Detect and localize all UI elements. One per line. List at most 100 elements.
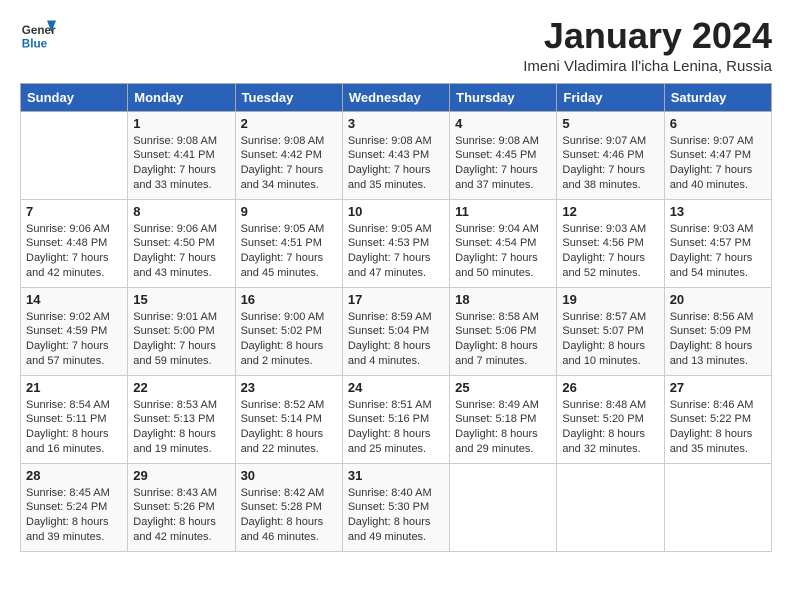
day-info: Sunrise: 8:49 AMSunset: 5:18 PMDaylight:… (455, 399, 539, 456)
day-cell (21, 111, 128, 199)
svg-text:Blue: Blue (22, 38, 48, 51)
title-block: January 2024 Imeni Vladimira Il'icha Len… (523, 16, 772, 75)
day-info: Sunrise: 9:08 AMSunset: 4:42 PMDaylight:… (241, 135, 325, 192)
day-cell: 9 Sunrise: 9:05 AMSunset: 4:51 PMDayligh… (235, 199, 342, 287)
day-info: Sunrise: 8:43 AMSunset: 5:26 PMDaylight:… (133, 487, 217, 544)
weekday-header-monday: Monday (128, 83, 235, 111)
day-cell: 23 Sunrise: 8:52 AMSunset: 5:14 PMDaylig… (235, 375, 342, 463)
day-cell: 8 Sunrise: 9:06 AMSunset: 4:50 PMDayligh… (128, 199, 235, 287)
day-number: 23 (241, 380, 337, 395)
day-cell: 28 Sunrise: 8:45 AMSunset: 5:24 PMDaylig… (21, 463, 128, 551)
day-number: 30 (241, 468, 337, 483)
day-cell: 25 Sunrise: 8:49 AMSunset: 5:18 PMDaylig… (450, 375, 557, 463)
day-number: 20 (670, 292, 766, 307)
day-info: Sunrise: 8:40 AMSunset: 5:30 PMDaylight:… (348, 487, 432, 544)
day-info: Sunrise: 8:46 AMSunset: 5:22 PMDaylight:… (670, 399, 754, 456)
weekday-header-tuesday: Tuesday (235, 83, 342, 111)
day-cell: 21 Sunrise: 8:54 AMSunset: 5:11 PMDaylig… (21, 375, 128, 463)
header: General Blue January 2024 Imeni Vladimir… (20, 16, 772, 75)
day-cell: 1 Sunrise: 9:08 AMSunset: 4:41 PMDayligh… (128, 111, 235, 199)
day-number: 12 (562, 204, 658, 219)
day-info: Sunrise: 8:53 AMSunset: 5:13 PMDaylight:… (133, 399, 217, 456)
day-info: Sunrise: 9:05 AMSunset: 4:51 PMDaylight:… (241, 223, 325, 280)
day-cell: 22 Sunrise: 8:53 AMSunset: 5:13 PMDaylig… (128, 375, 235, 463)
day-cell: 2 Sunrise: 9:08 AMSunset: 4:42 PMDayligh… (235, 111, 342, 199)
day-info: Sunrise: 9:03 AMSunset: 4:56 PMDaylight:… (562, 223, 646, 280)
week-row-4: 21 Sunrise: 8:54 AMSunset: 5:11 PMDaylig… (21, 375, 772, 463)
day-cell: 15 Sunrise: 9:01 AMSunset: 5:00 PMDaylig… (128, 287, 235, 375)
day-number: 13 (670, 204, 766, 219)
week-row-2: 7 Sunrise: 9:06 AMSunset: 4:48 PMDayligh… (21, 199, 772, 287)
day-cell: 7 Sunrise: 9:06 AMSunset: 4:48 PMDayligh… (21, 199, 128, 287)
day-number: 6 (670, 116, 766, 131)
day-cell: 20 Sunrise: 8:56 AMSunset: 5:09 PMDaylig… (664, 287, 771, 375)
day-cell: 13 Sunrise: 9:03 AMSunset: 4:57 PMDaylig… (664, 199, 771, 287)
week-row-5: 28 Sunrise: 8:45 AMSunset: 5:24 PMDaylig… (21, 463, 772, 551)
day-cell: 27 Sunrise: 8:46 AMSunset: 5:22 PMDaylig… (664, 375, 771, 463)
day-info: Sunrise: 8:52 AMSunset: 5:14 PMDaylight:… (241, 399, 325, 456)
day-info: Sunrise: 8:51 AMSunset: 5:16 PMDaylight:… (348, 399, 432, 456)
day-cell: 17 Sunrise: 8:59 AMSunset: 5:04 PMDaylig… (342, 287, 449, 375)
weekday-header-wednesday: Wednesday (342, 83, 449, 111)
day-info: Sunrise: 8:56 AMSunset: 5:09 PMDaylight:… (670, 311, 754, 368)
day-info: Sunrise: 9:07 AMSunset: 4:47 PMDaylight:… (670, 135, 754, 192)
day-info: Sunrise: 9:03 AMSunset: 4:57 PMDaylight:… (670, 223, 754, 280)
day-info: Sunrise: 9:05 AMSunset: 4:53 PMDaylight:… (348, 223, 432, 280)
day-cell: 4 Sunrise: 9:08 AMSunset: 4:45 PMDayligh… (450, 111, 557, 199)
logo-icon: General Blue (20, 16, 56, 52)
day-info: Sunrise: 9:06 AMSunset: 4:50 PMDaylight:… (133, 223, 217, 280)
day-number: 18 (455, 292, 551, 307)
day-number: 21 (26, 380, 122, 395)
day-info: Sunrise: 8:54 AMSunset: 5:11 PMDaylight:… (26, 399, 110, 456)
weekday-header-friday: Friday (557, 83, 664, 111)
week-row-3: 14 Sunrise: 9:02 AMSunset: 4:59 PMDaylig… (21, 287, 772, 375)
day-info: Sunrise: 9:04 AMSunset: 4:54 PMDaylight:… (455, 223, 539, 280)
day-info: Sunrise: 8:57 AMSunset: 5:07 PMDaylight:… (562, 311, 646, 368)
day-number: 25 (455, 380, 551, 395)
day-cell: 26 Sunrise: 8:48 AMSunset: 5:20 PMDaylig… (557, 375, 664, 463)
day-number: 14 (26, 292, 122, 307)
day-info: Sunrise: 9:01 AMSunset: 5:00 PMDaylight:… (133, 311, 217, 368)
calendar-subtitle: Imeni Vladimira Il'icha Lenina, Russia (523, 58, 772, 75)
calendar-table: SundayMondayTuesdayWednesdayThursdayFrid… (20, 83, 772, 552)
day-info: Sunrise: 8:42 AMSunset: 5:28 PMDaylight:… (241, 487, 325, 544)
day-info: Sunrise: 9:08 AMSunset: 4:41 PMDaylight:… (133, 135, 217, 192)
day-cell: 31 Sunrise: 8:40 AMSunset: 5:30 PMDaylig… (342, 463, 449, 551)
day-cell: 5 Sunrise: 9:07 AMSunset: 4:46 PMDayligh… (557, 111, 664, 199)
day-info: Sunrise: 9:00 AMSunset: 5:02 PMDaylight:… (241, 311, 325, 368)
day-number: 2 (241, 116, 337, 131)
weekday-header-row: SundayMondayTuesdayWednesdayThursdayFrid… (21, 83, 772, 111)
day-number: 10 (348, 204, 444, 219)
day-info: Sunrise: 8:59 AMSunset: 5:04 PMDaylight:… (348, 311, 432, 368)
day-cell: 3 Sunrise: 9:08 AMSunset: 4:43 PMDayligh… (342, 111, 449, 199)
calendar-title: January 2024 (523, 16, 772, 56)
day-number: 28 (26, 468, 122, 483)
day-cell: 24 Sunrise: 8:51 AMSunset: 5:16 PMDaylig… (342, 375, 449, 463)
day-cell: 6 Sunrise: 9:07 AMSunset: 4:47 PMDayligh… (664, 111, 771, 199)
day-cell: 11 Sunrise: 9:04 AMSunset: 4:54 PMDaylig… (450, 199, 557, 287)
weekday-header-sunday: Sunday (21, 83, 128, 111)
day-info: Sunrise: 8:58 AMSunset: 5:06 PMDaylight:… (455, 311, 539, 368)
week-row-1: 1 Sunrise: 9:08 AMSunset: 4:41 PMDayligh… (21, 111, 772, 199)
day-cell (557, 463, 664, 551)
day-info: Sunrise: 9:06 AMSunset: 4:48 PMDaylight:… (26, 223, 110, 280)
logo: General Blue (20, 16, 56, 52)
day-number: 7 (26, 204, 122, 219)
day-number: 24 (348, 380, 444, 395)
day-cell: 16 Sunrise: 9:00 AMSunset: 5:02 PMDaylig… (235, 287, 342, 375)
day-number: 9 (241, 204, 337, 219)
day-cell: 12 Sunrise: 9:03 AMSunset: 4:56 PMDaylig… (557, 199, 664, 287)
day-info: Sunrise: 9:02 AMSunset: 4:59 PMDaylight:… (26, 311, 110, 368)
day-number: 29 (133, 468, 229, 483)
day-number: 26 (562, 380, 658, 395)
day-info: Sunrise: 9:08 AMSunset: 4:43 PMDaylight:… (348, 135, 432, 192)
day-number: 8 (133, 204, 229, 219)
day-number: 31 (348, 468, 444, 483)
day-number: 1 (133, 116, 229, 131)
day-number: 5 (562, 116, 658, 131)
day-info: Sunrise: 8:48 AMSunset: 5:20 PMDaylight:… (562, 399, 646, 456)
day-cell: 18 Sunrise: 8:58 AMSunset: 5:06 PMDaylig… (450, 287, 557, 375)
day-info: Sunrise: 9:08 AMSunset: 4:45 PMDaylight:… (455, 135, 539, 192)
day-number: 16 (241, 292, 337, 307)
day-cell (664, 463, 771, 551)
